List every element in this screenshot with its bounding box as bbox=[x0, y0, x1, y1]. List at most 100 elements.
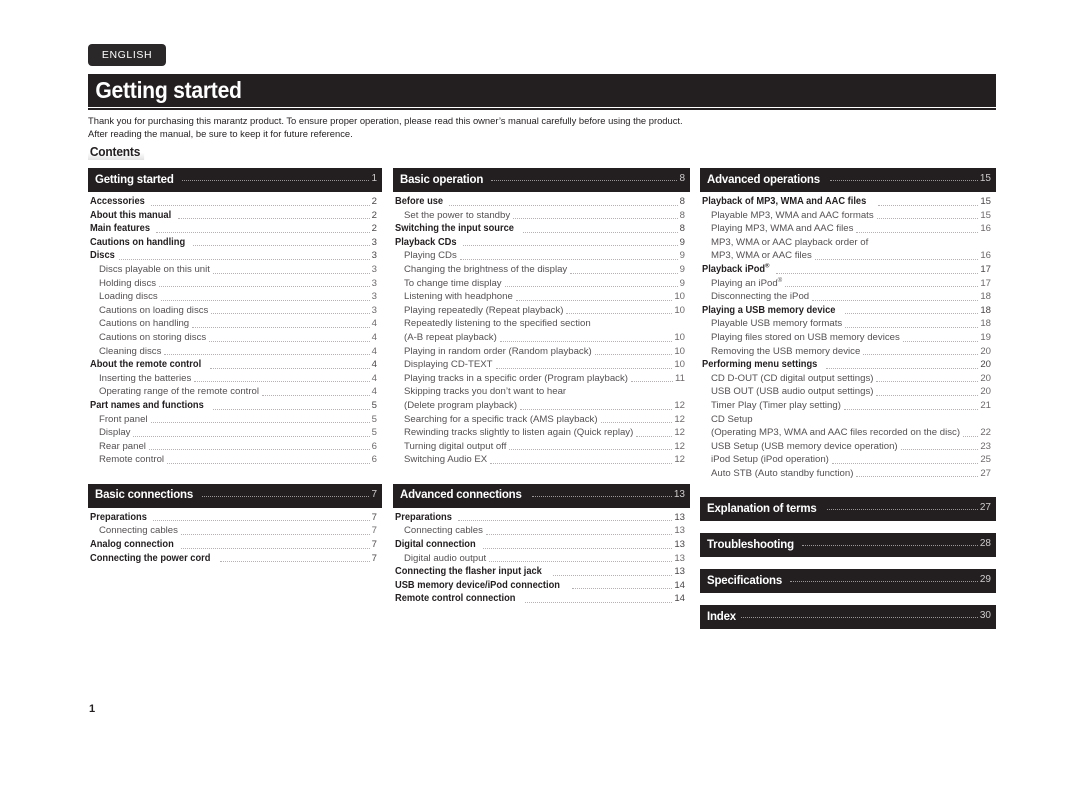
toc-entry[interactable]: About this manual 2 bbox=[90, 209, 377, 223]
section-header-basic-connections[interactable]: Basic connections 7 bbox=[88, 483, 382, 505]
toc-entry[interactable]: Repeatedly listening to the specified se… bbox=[395, 317, 685, 331]
toc-entry[interactable]: Digital audio output 13 bbox=[395, 552, 685, 566]
toc-entry[interactable]: Holding discs 3 bbox=[90, 277, 377, 291]
section-header-advanced-operations[interactable]: Advanced operations 15 bbox=[700, 168, 996, 189]
dot-leader bbox=[532, 495, 672, 497]
toc-entry[interactable]: Connecting the flasher input jack 13 bbox=[395, 565, 685, 579]
toc-entry[interactable]: Playing files stored on USB memory devic… bbox=[702, 331, 991, 345]
toc-entry[interactable]: Displaying CD-TEXT 10 bbox=[395, 358, 685, 372]
toc-entry[interactable]: Connecting cables 13 bbox=[395, 524, 685, 538]
section-header-troubleshooting[interactable]: Troubleshooting 28 bbox=[700, 533, 996, 555]
toc-entry[interactable]: Digital connection 13 bbox=[395, 538, 685, 552]
toc-entry[interactable]: Listening with headphone 10 bbox=[395, 290, 685, 304]
toc-entry[interactable]: Front panel 5 bbox=[90, 413, 377, 427]
toc-entry[interactable]: Searching for a specific track (AMS play… bbox=[395, 413, 685, 427]
dot-leader bbox=[863, 354, 979, 356]
section-header-basic-operation[interactable]: Basic operation 8 bbox=[393, 168, 690, 189]
toc-entry[interactable]: Main features 2 bbox=[90, 222, 377, 236]
toc-entry[interactable]: Removing the USB memory device 20 bbox=[702, 345, 991, 359]
toc-entry[interactable]: Cautions on loading discs 3 bbox=[90, 304, 377, 318]
dot-leader bbox=[159, 286, 370, 288]
toc-entry[interactable]: Preparations 7 bbox=[90, 511, 377, 525]
toc-entry[interactable]: USB Setup (USB memory device operation) 2… bbox=[702, 440, 991, 454]
toc-entry[interactable]: CD Setup bbox=[702, 413, 991, 427]
toc-entry-page-number: 20 bbox=[980, 345, 991, 357]
toc-entry-label: MP3, WMA or AAC playback order of bbox=[711, 236, 869, 248]
toc-entry[interactable]: Cautions on storing discs 4 bbox=[90, 331, 377, 345]
toc-entry[interactable]: Playing repeatedly (Repeat playback) 10 bbox=[395, 304, 685, 318]
toc-entry[interactable]: MP3, WMA or AAC files 16 bbox=[702, 249, 991, 263]
section-header-advanced-connections[interactable]: Advanced connections 13 bbox=[393, 483, 690, 505]
intro-line-2: After reading the manual, be sure to kee… bbox=[88, 128, 353, 139]
toc-entry-label: Playing in random order (Random playback… bbox=[404, 345, 592, 357]
toc-entry[interactable]: Connecting the power cord 7 bbox=[90, 552, 377, 566]
toc-entry[interactable]: Display 5 bbox=[90, 426, 377, 440]
toc-entry[interactable]: Cleaning discs 4 bbox=[90, 345, 377, 359]
toc-entry-page-number: 3 bbox=[371, 263, 377, 275]
toc-entry[interactable]: Auto STB (Auto standby function) 27 bbox=[702, 467, 991, 481]
toc-entry[interactable]: Changing the brightness of the display 9 bbox=[395, 263, 685, 277]
toc-entry-page-number: 14 bbox=[674, 593, 685, 605]
toc-entry[interactable]: Switching Audio EX 12 bbox=[395, 453, 685, 467]
section-header-getting-started[interactable]: Getting started 1 bbox=[88, 168, 382, 189]
toc-entry[interactable]: Operating range of the remote control 4 bbox=[90, 385, 377, 399]
dot-leader bbox=[523, 231, 678, 233]
toc-entry[interactable]: Discs playable on this unit 3 bbox=[90, 263, 377, 277]
toc-entry[interactable]: Set the power to standby 8 bbox=[395, 209, 685, 223]
toc-entry[interactable]: Analog connection 7 bbox=[90, 538, 377, 552]
toc-entry[interactable]: Playing CDs 9 bbox=[395, 249, 685, 263]
dot-leader bbox=[785, 286, 979, 288]
toc-entry[interactable]: Playing in random order (Random playback… bbox=[395, 345, 685, 359]
toc-entry[interactable]: Turning digital output off 12 bbox=[395, 440, 685, 454]
toc-entry[interactable]: Remote control 6 bbox=[90, 453, 377, 467]
toc-entry[interactable]: Discs 3 bbox=[90, 249, 377, 263]
toc-entry[interactable]: Preparations 13 bbox=[395, 511, 685, 525]
toc-entry[interactable]: USB OUT (USB audio output settings) 20 bbox=[702, 385, 991, 399]
toc-entry[interactable]: iPod Setup (iPod operation) 25 bbox=[702, 453, 991, 467]
toc-entry[interactable]: Part names and functions 5 bbox=[90, 399, 377, 413]
toc-entry-label: Playing a USB memory device bbox=[702, 304, 836, 316]
section-header-specifications[interactable]: Specifications 29 bbox=[700, 569, 996, 591]
toc-entry[interactable]: Connecting cables 7 bbox=[90, 524, 377, 538]
toc-entry-page-number: 4 bbox=[371, 359, 377, 371]
section-header-index[interactable]: Index 30 bbox=[700, 605, 996, 627]
toc-entry[interactable]: Rear panel 6 bbox=[90, 440, 377, 454]
toc-entry[interactable]: Cautions on handling 4 bbox=[90, 317, 377, 331]
toc-entry[interactable]: Playable USB memory formats 18 bbox=[702, 317, 991, 331]
toc-entry[interactable]: Playing an iPod® 17 bbox=[702, 277, 991, 291]
toc-entry[interactable]: Skipping tracks you don’t want to hear bbox=[395, 385, 685, 399]
toc-entry[interactable]: Timer Play (Timer play setting) 21 bbox=[702, 399, 991, 413]
toc-entry[interactable]: Playback CDs 9 bbox=[395, 236, 685, 250]
toc-entry[interactable]: Playing MP3, WMA and AAC files 16 bbox=[702, 222, 991, 236]
toc-entry-page-number: 5 bbox=[371, 427, 377, 439]
toc-entry[interactable]: Playing a USB memory device 18 bbox=[702, 304, 991, 318]
toc-entry-page-number: 20 bbox=[980, 372, 991, 384]
toc-entry[interactable]: Remote control connection 14 bbox=[395, 592, 685, 606]
toc-entry[interactable]: Rewinding tracks slightly to listen agai… bbox=[395, 426, 685, 440]
section-underline bbox=[700, 626, 996, 630]
toc-entry[interactable]: Loading discs 3 bbox=[90, 290, 377, 304]
toc-entry[interactable]: Inserting the batteries 4 bbox=[90, 372, 377, 386]
toc-entry[interactable]: (A-B repeat playback) 10 bbox=[395, 331, 685, 345]
toc-entry[interactable]: Playable MP3, WMA and AAC formats 15 bbox=[702, 209, 991, 223]
toc-entry[interactable]: (Operating MP3, WMA and AAC files record… bbox=[702, 426, 991, 440]
toc-entry-label: Remote control connection bbox=[395, 593, 516, 605]
toc-entry[interactable]: Performing menu settings 20 bbox=[702, 358, 991, 372]
toc-entry[interactable]: Playback of MP3, WMA and AAC files 15 bbox=[702, 195, 991, 209]
toc-entry[interactable]: Switching the input source 8 bbox=[395, 222, 685, 236]
toc-entry[interactable]: Accessories 2 bbox=[90, 195, 377, 209]
toc-entry[interactable]: MP3, WMA or AAC playback order of bbox=[702, 236, 991, 250]
toc-entry[interactable]: CD D-OUT (CD digital output settings) 20 bbox=[702, 372, 991, 386]
toc-entry[interactable]: Cautions on handling 3 bbox=[90, 236, 377, 250]
toc-entry[interactable]: (Delete program playback) 12 bbox=[395, 399, 685, 413]
dot-leader bbox=[802, 545, 978, 547]
section-header-explanation-of-terms[interactable]: Explanation of terms 27 bbox=[700, 497, 996, 519]
toc-entry-label: Auto STB (Auto standby function) bbox=[711, 467, 854, 479]
toc-entry[interactable]: To change time display 9 bbox=[395, 277, 685, 291]
toc-entry[interactable]: About the remote control 4 bbox=[90, 358, 377, 372]
toc-entry[interactable]: Disconnecting the iPod 18 bbox=[702, 290, 991, 304]
toc-entry[interactable]: Playback iPod® 17 bbox=[702, 263, 991, 277]
toc-entry[interactable]: Before use 8 bbox=[395, 195, 685, 209]
toc-entry[interactable]: USB memory device/iPod connection 14 bbox=[395, 579, 685, 593]
toc-entry[interactable]: Playing tracks in a specific order (Prog… bbox=[395, 372, 685, 386]
